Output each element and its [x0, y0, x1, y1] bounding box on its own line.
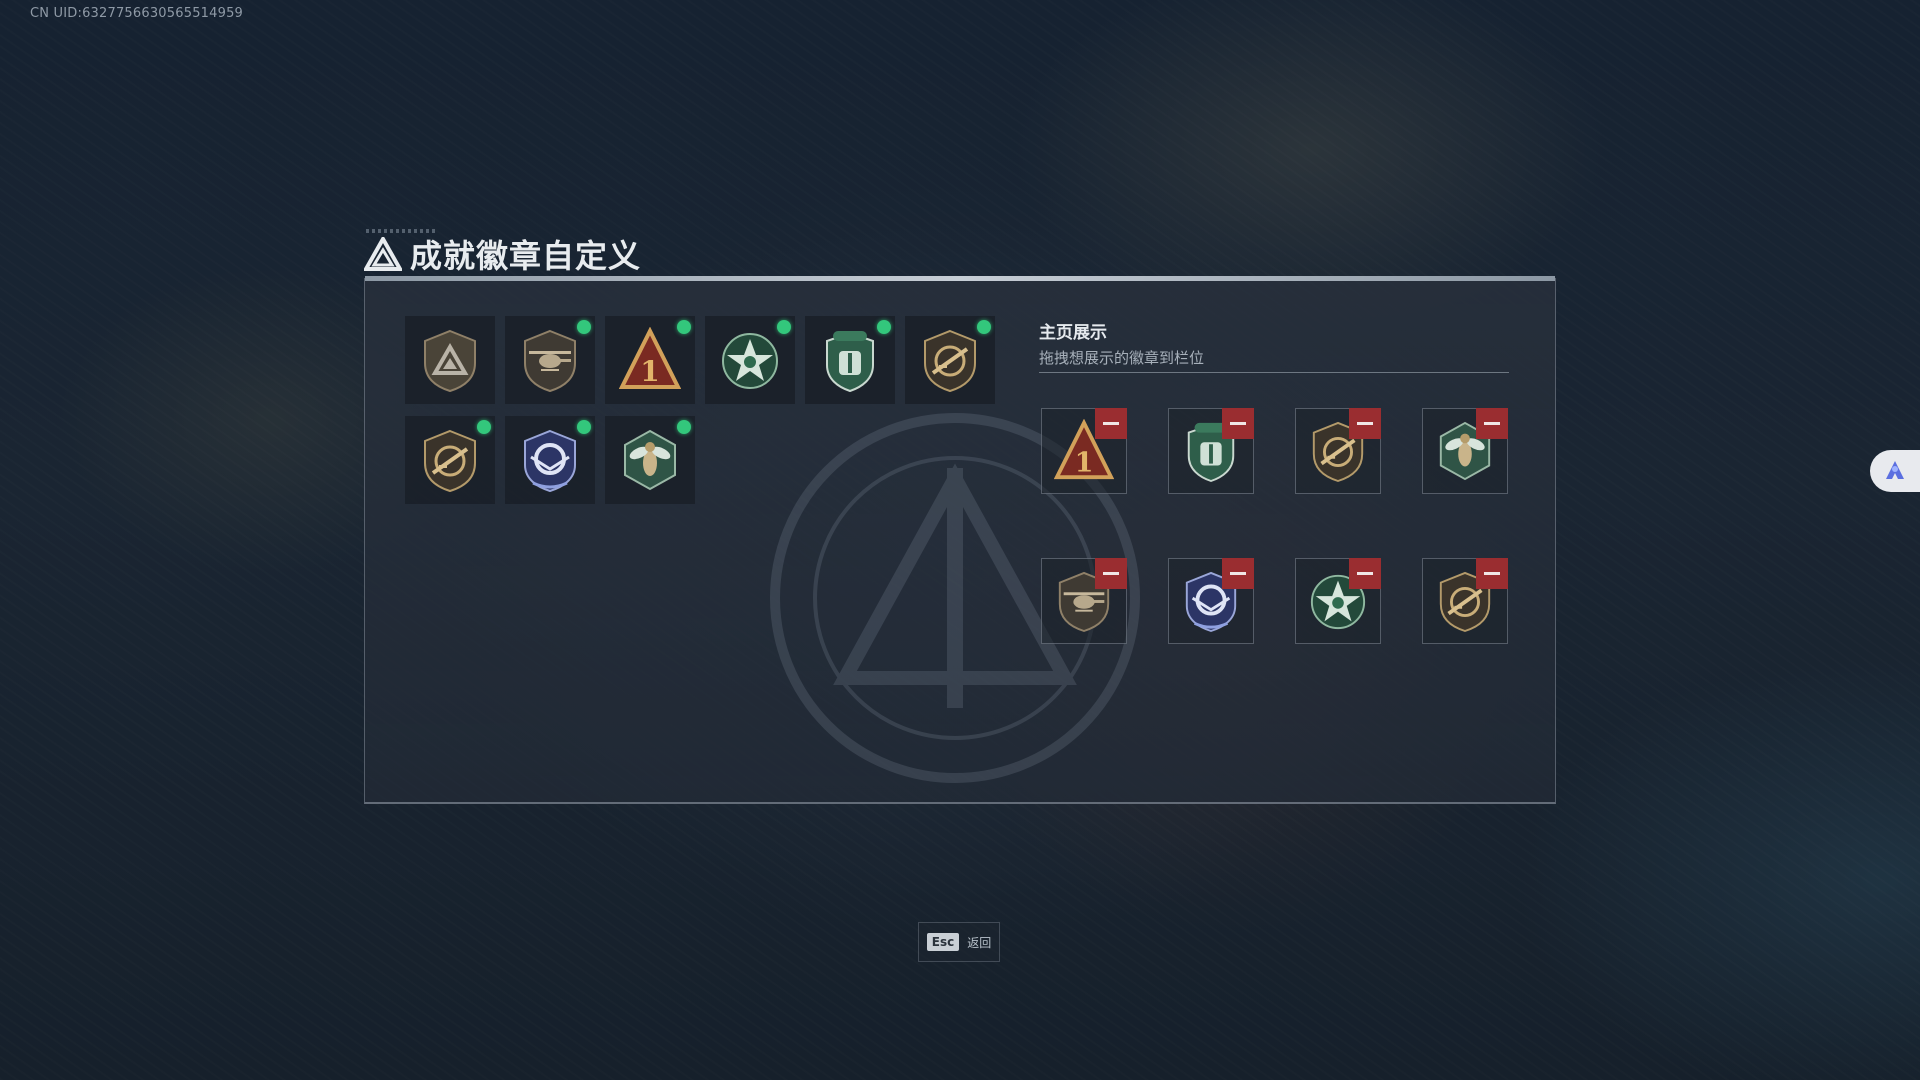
svg-text:1: 1 [640, 355, 659, 388]
back-button[interactable]: Esc 返回 [918, 922, 1000, 962]
showcase-subtitle: 拖拽想展示的徽章到栏位 [1039, 349, 1205, 367]
inventory-badge-slot[interactable] [605, 416, 695, 504]
badge-panel: 1 主页展示 拖拽想展示的徽章到栏位 1 [364, 276, 1556, 804]
esc-key-icon: Esc [926, 933, 960, 951]
minus-icon [1103, 572, 1119, 575]
showcase-slot[interactable]: 1 [1041, 408, 1127, 494]
inventory-badge-slot[interactable] [405, 316, 495, 404]
remove-badge-button[interactable] [1222, 558, 1254, 589]
showcase-slot-grid: 1 [1041, 408, 1508, 644]
new-indicator-dot [977, 320, 991, 334]
new-indicator-dot [577, 320, 591, 334]
remove-badge-button[interactable] [1476, 408, 1508, 439]
showcase-slot[interactable] [1295, 558, 1381, 644]
helicopter-badge-icon [524, 329, 576, 393]
showcase-slot[interactable] [1295, 408, 1381, 494]
page-title: 成就徽章自定义 [410, 237, 642, 275]
rifle-shield-badge-icon [424, 429, 476, 493]
rifle-shield-badge-icon [924, 329, 976, 393]
new-indicator-dot [677, 420, 691, 434]
showcase-title: 主页展示 [1039, 323, 1107, 343]
inventory-badge-slot[interactable] [805, 316, 895, 404]
back-label: 返回 [967, 935, 992, 950]
minus-icon [1357, 422, 1373, 425]
green-medic-shield-badge-icon [826, 331, 874, 393]
triangle-number-one-badge-icon: 1 [619, 327, 681, 389]
inventory-badge-slot[interactable] [705, 316, 795, 404]
remove-badge-button[interactable] [1476, 558, 1508, 589]
svg-text:1: 1 [1075, 447, 1094, 478]
uid-label: CN UID:6327756630565514959 [30, 6, 244, 21]
green-star-badge-icon [722, 333, 778, 389]
minus-icon [1230, 572, 1246, 575]
inventory-badge-slot[interactable] [505, 316, 595, 404]
showcase-header: 主页展示 拖拽想展示的徽章到栏位 [1039, 318, 1509, 368]
minus-icon [1357, 572, 1373, 575]
green-hex-wasp-badge-icon [624, 429, 676, 491]
blue-wings-badge-icon [524, 429, 576, 493]
new-indicator-dot [677, 320, 691, 334]
side-assistant-tab[interactable] [1870, 450, 1920, 492]
showcase-slot[interactable] [1422, 408, 1508, 494]
assistant-logo-icon [1886, 461, 1904, 479]
new-indicator-dot [477, 420, 491, 434]
panel-top-bar [365, 276, 1555, 281]
game-logo-icon [364, 237, 402, 271]
showcase-slot[interactable] [1422, 558, 1508, 644]
panel-header: 成就徽章自定义 [364, 232, 641, 276]
new-indicator-dot [577, 420, 591, 434]
remove-badge-button[interactable] [1222, 408, 1254, 439]
inventory-badge-slot[interactable]: 1 [605, 316, 695, 404]
minus-icon [1484, 422, 1500, 425]
showcase-slot[interactable] [1168, 558, 1254, 644]
showcase-divider [1039, 372, 1509, 373]
remove-badge-button[interactable] [1349, 408, 1381, 439]
remove-badge-button[interactable] [1349, 558, 1381, 589]
inventory-badge-slot[interactable] [905, 316, 995, 404]
new-indicator-dot [877, 320, 891, 334]
showcase-slot[interactable] [1168, 408, 1254, 494]
minus-icon [1484, 572, 1500, 575]
remove-badge-button[interactable] [1095, 408, 1127, 439]
inventory-badge-slot[interactable] [505, 416, 595, 504]
minus-icon [1103, 422, 1119, 425]
badge-inventory-grid: 1 [405, 316, 995, 504]
inventory-badge-slot[interactable] [405, 416, 495, 504]
triangle-shield-badge-icon [424, 329, 476, 393]
showcase-slot[interactable] [1041, 558, 1127, 644]
remove-badge-button[interactable] [1095, 558, 1127, 589]
minus-icon [1230, 422, 1246, 425]
new-indicator-dot [777, 320, 791, 334]
